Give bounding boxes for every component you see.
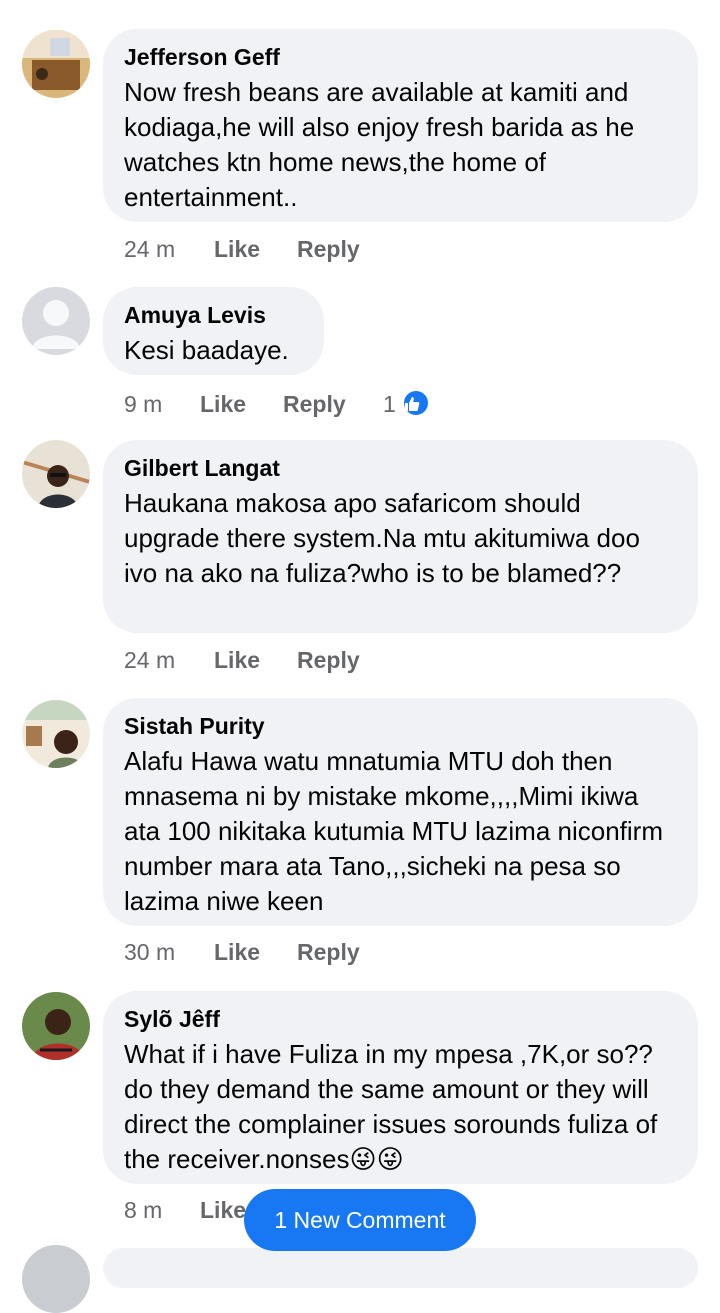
comment-bubble: Sistah Purity Alafu Hawa watu mnatumia M… [103, 698, 698, 926]
comment-time[interactable]: 9 m [124, 391, 200, 418]
new-comment-button[interactable]: 1 New Comment [244, 1189, 476, 1251]
comment-actions: 30 m Like Reply [124, 939, 360, 966]
comment-bubble: Amuya Levis Kesi baadaye. [103, 287, 324, 375]
comment-text: What if i have Fuliza in my mpesa ,7K,or… [124, 1039, 658, 1174]
like-button[interactable]: Like [214, 236, 297, 263]
default-avatar-icon [32, 300, 80, 349]
comment-actions: 9 m Like Reply 1 [124, 389, 431, 418]
reply-button[interactable]: Reply [297, 647, 360, 674]
avatar[interactable] [22, 440, 90, 508]
comment-author[interactable]: Amuya Levis [124, 301, 302, 330]
avatar[interactable] [22, 992, 90, 1060]
comment-time[interactable]: 24 m [124, 236, 214, 263]
comment-bubble: Jefferson Geff Now fresh beans are avail… [103, 29, 698, 222]
reaction-summary[interactable]: 1 [383, 389, 431, 418]
reply-button[interactable]: Reply [283, 391, 383, 418]
comment-author[interactable]: Jefferson Geff [124, 43, 676, 72]
avatar[interactable] [22, 1245, 90, 1313]
comment-text: Kesi baadaye. [124, 335, 289, 365]
comment-author[interactable]: Sylõ Jêff [124, 1005, 676, 1034]
like-button[interactable]: Like [200, 1197, 246, 1224]
comment-actions: 8 m Like [124, 1197, 246, 1224]
comment-actions: 24 m Like Reply [124, 647, 360, 674]
comment-text: Haukana makosa apo safaricom should upgr… [124, 488, 640, 588]
like-button[interactable]: Like [214, 647, 297, 674]
reply-button[interactable]: Reply [297, 236, 360, 263]
like-button[interactable]: Like [200, 391, 283, 418]
comment-bubble [103, 1248, 698, 1288]
comment-bubble: Gilbert Langat Haukana makosa apo safari… [103, 440, 698, 633]
avatar[interactable] [22, 30, 90, 98]
comment-actions: 24 m Like Reply [124, 236, 360, 263]
comment-time[interactable]: 30 m [124, 939, 214, 966]
comment-author[interactable]: Gilbert Langat [124, 454, 676, 483]
comment-author[interactable]: Sistah Purity [124, 712, 676, 741]
comment-bubble: Sylõ Jêff What if i have Fuliza in my mp… [103, 991, 698, 1184]
reply-button[interactable]: Reply [297, 939, 360, 966]
thumbs-up-icon [402, 389, 431, 417]
comment-text: Alafu Hawa watu mnatumia MTU doh then mn… [124, 746, 663, 916]
avatar[interactable] [22, 287, 90, 355]
comment-time[interactable]: 8 m [124, 1197, 200, 1224]
reaction-count: 1 [383, 391, 396, 417]
avatar[interactable] [22, 700, 90, 768]
like-button[interactable]: Like [214, 939, 297, 966]
comment-time[interactable]: 24 m [124, 647, 214, 674]
comment-text: Now fresh beans are available at kamiti … [124, 77, 635, 212]
